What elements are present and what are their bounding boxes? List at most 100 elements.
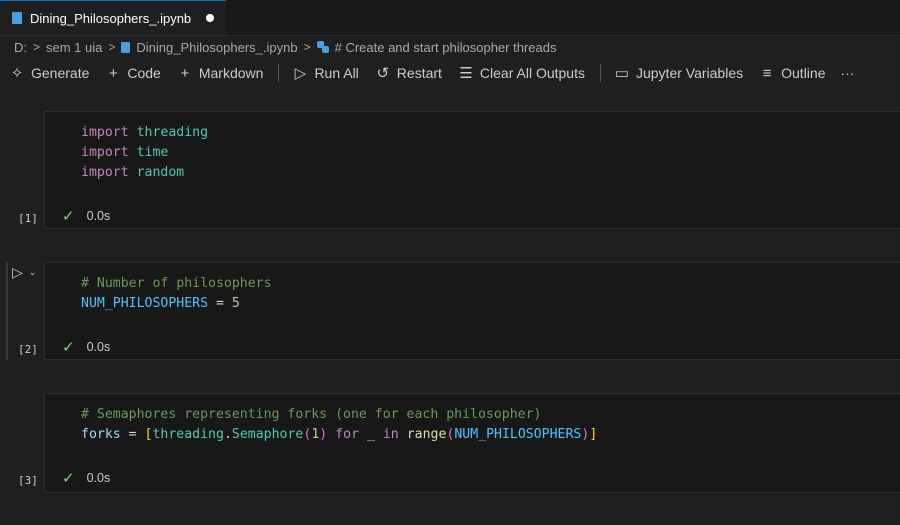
code-token: threading	[152, 427, 224, 442]
run-cell-button[interactable]: ▷	[12, 264, 23, 281]
jupyter-variables-button[interactable]: ▭ Jupyter Variables	[613, 64, 743, 82]
run-all-button[interactable]: ▷ Run All	[291, 64, 359, 82]
toolbar-divider	[278, 64, 280, 82]
code-token: _	[359, 427, 383, 442]
code-line: # Semaphores representing forks (one for…	[81, 405, 597, 425]
code-token: # Number of philosophers	[81, 276, 272, 291]
generate-button[interactable]: ✧ Generate	[8, 64, 90, 82]
run-cell-controls: ▷ ⌄	[12, 264, 36, 281]
code-line: import time	[81, 143, 208, 163]
unsaved-dot-icon[interactable]	[206, 14, 214, 22]
execution-count: [2]	[18, 343, 38, 356]
breadcrumb-section[interactable]: # Create and start philosopher threads	[335, 40, 557, 55]
code-token: .	[223, 427, 232, 442]
code-line: # Number of philosophers	[81, 274, 272, 294]
breadcrumb: D: > sem 1 uia > Dining_Philosophers_.ip…	[14, 38, 556, 56]
outline-label: Outline	[781, 65, 826, 81]
code-editor[interactable]: # Number of philosophers NUM_PHILOSOPHERS…	[81, 274, 272, 314]
chevron-down-icon[interactable]: ⌄	[29, 267, 37, 278]
code-editor[interactable]: # Semaphores representing forks (one for…	[81, 405, 597, 445]
execution-time: 0.0s	[86, 209, 111, 223]
code-token: NUM_PHILOSOPHERS	[81, 296, 209, 311]
execution-count: [3]	[18, 474, 38, 487]
check-icon: ✓	[62, 208, 75, 225]
jupyter-variables-label: Jupyter Variables	[635, 65, 744, 81]
breadcrumb-folder[interactable]: sem 1 uia	[46, 40, 102, 55]
check-icon: ✓	[62, 470, 75, 487]
code-line: import threading	[81, 123, 208, 143]
notebook-file-icon	[121, 41, 131, 53]
chevron-right-icon: >	[33, 40, 41, 54]
clear-outputs-label: Clear All Outputs	[479, 65, 585, 81]
cell-status: ✓ 0.0s	[62, 207, 110, 225]
code-label: Code	[127, 65, 161, 81]
more-icon: ···	[840, 65, 855, 81]
restart-icon: ↺	[376, 65, 390, 82]
more-actions-button[interactable]: ···	[840, 65, 854, 81]
notebook-file-icon	[12, 12, 22, 24]
code-token: =	[120, 427, 145, 442]
check-icon: ✓	[62, 339, 75, 356]
restart-label: Restart	[396, 65, 442, 81]
code-token: # Semaphores representing forks (one for…	[81, 407, 542, 422]
code-cell[interactable]: import threading import time import random	[44, 111, 900, 229]
outline-button[interactable]: ≡ Outline	[758, 64, 826, 82]
add-code-button[interactable]: + Code	[104, 64, 161, 82]
execution-time: 0.0s	[86, 340, 111, 354]
sparkle-icon: ✧	[10, 65, 24, 82]
code-token: import	[81, 145, 129, 160]
play-icon: ▷	[294, 65, 307, 82]
tab-notebook[interactable]: Dining_Philosophers_.ipynb	[0, 0, 226, 35]
variables-icon: ▭	[614, 65, 630, 82]
execution-time: 0.0s	[86, 471, 111, 485]
code-line: import random	[81, 163, 208, 183]
breadcrumb-file[interactable]: Dining_Philosophers_.ipynb	[136, 40, 297, 55]
clear-outputs-button[interactable]: ☰ Clear All Outputs	[457, 64, 585, 82]
code-editor[interactable]: import threading import time import random	[81, 123, 208, 183]
code-token: range	[406, 427, 447, 442]
code-token: forks	[81, 427, 121, 442]
code-token: import	[81, 125, 129, 140]
code-token: in	[382, 427, 399, 442]
code-line: NUM_PHILOSOPHERS = 5	[81, 294, 272, 314]
code-token: NUM_PHILOSOPHERS	[454, 427, 582, 442]
cell-focus-indicator	[6, 262, 8, 360]
markdown-label: Markdown	[198, 65, 264, 81]
add-markdown-button[interactable]: + Markdown	[176, 64, 264, 82]
code-token: import	[81, 165, 129, 180]
code-cell[interactable]: # Semaphores representing forks (one for…	[44, 393, 900, 493]
chevron-right-icon: >	[108, 40, 116, 54]
code-token: ]	[589, 427, 598, 442]
code-token: time	[136, 145, 169, 160]
generate-label: Generate	[31, 65, 90, 81]
code-line: forks = [threading.Semaphore(1) for _ in…	[81, 425, 597, 445]
tab-filename: Dining_Philosophers_.ipynb	[30, 10, 192, 26]
cell-status: ✓ 0.0s	[62, 469, 110, 487]
code-token: Semaphore	[231, 427, 304, 442]
code-token: threading	[136, 125, 209, 140]
code-token: for	[335, 427, 360, 442]
code-token: 5	[231, 296, 240, 311]
code-cell[interactable]: # Number of philosophers NUM_PHILOSOPHERS…	[44, 262, 900, 360]
execution-count: [1]	[18, 212, 38, 225]
cell-status: ✓ 0.0s	[62, 338, 110, 356]
notebook-toolbar: ✧ Generate + Code + Markdown ▷ Run All ↺…	[8, 61, 869, 85]
plus-icon: +	[108, 64, 118, 82]
plus-icon: +	[180, 64, 190, 82]
code-token: random	[136, 165, 185, 180]
list-icon: ≡	[762, 64, 772, 82]
run-all-label: Run All	[314, 65, 359, 81]
chevron-right-icon: >	[303, 40, 311, 54]
restart-button[interactable]: ↺ Restart	[374, 64, 442, 82]
breadcrumb-drive[interactable]: D:	[14, 40, 27, 55]
clear-all-icon: ☰	[459, 65, 473, 82]
python-icon	[316, 41, 329, 53]
code-token: =	[208, 296, 232, 311]
editor-tab-bar: Dining_Philosophers_.ipynb	[0, 0, 900, 36]
toolbar-divider	[599, 64, 601, 82]
